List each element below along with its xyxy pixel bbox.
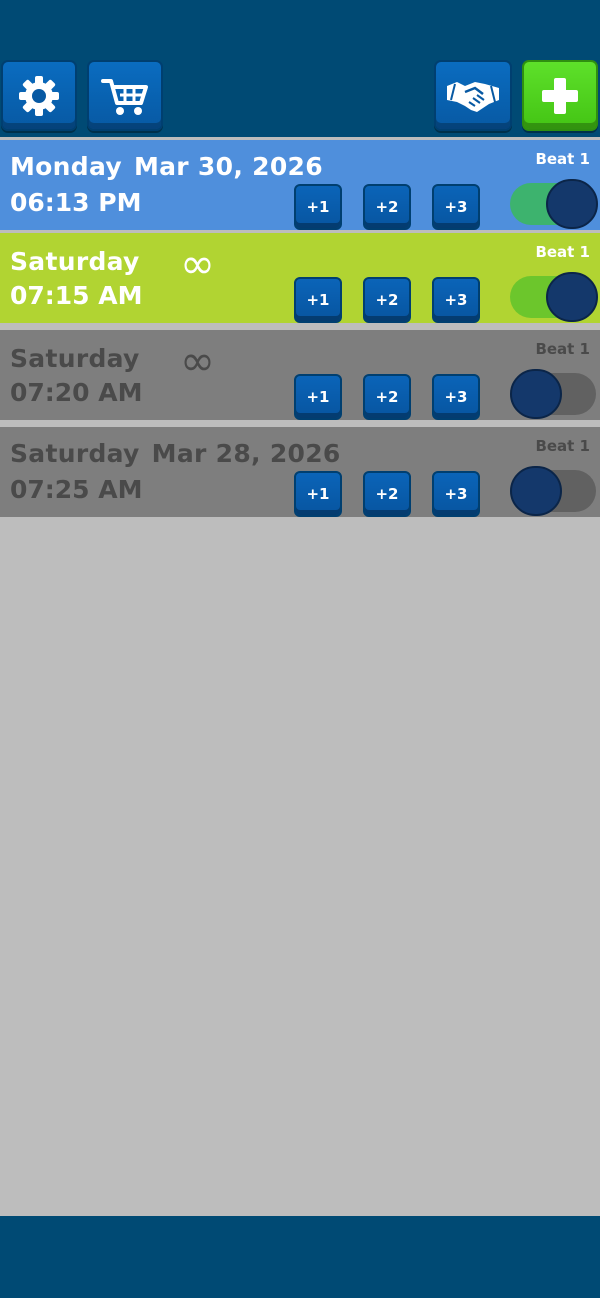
alarm-weekday: Saturday [10, 344, 140, 373]
alarm-time: 06:13 PM [10, 188, 142, 217]
alarm-day: Saturday [10, 344, 140, 373]
alarm-weekday: Monday [10, 152, 122, 181]
settings-button[interactable] [1, 60, 77, 131]
alarm-list: Monday Mar 30, 2026 06:13 PM Beat 1 +1 +2… [0, 137, 600, 1216]
toggle-knob [510, 369, 562, 419]
snooze-plus-1-button[interactable]: +1 [294, 374, 342, 420]
snooze-plus-2-button[interactable]: +2 [363, 471, 411, 517]
gear-icon [19, 75, 59, 116]
shop-button[interactable] [87, 60, 163, 131]
toggle-knob [546, 179, 598, 229]
bottom-bar [0, 1216, 600, 1298]
snooze-plus-3-button[interactable]: +3 [432, 374, 480, 420]
plus-icon [542, 77, 578, 114]
alarm-toggle[interactable] [510, 179, 598, 229]
partners-button[interactable] [434, 60, 512, 131]
alarm-sound-label: Beat 1 [535, 150, 590, 168]
alarm-weekday: Saturday [10, 439, 140, 468]
snooze-plus-2-button[interactable]: +2 [363, 374, 411, 420]
alarm-row[interactable]: Saturday Mar 28, 2026 07:25 AM Beat 1 +1 … [0, 427, 600, 517]
alarm-sound-label: Beat 1 [535, 340, 590, 358]
alarm-toggle[interactable] [510, 466, 596, 516]
shopping-cart-icon [101, 78, 148, 115]
alarm-toggle[interactable] [510, 369, 596, 419]
snooze-plus-2-button[interactable]: +2 [363, 184, 411, 230]
alarm-day: Saturday [10, 247, 140, 276]
snooze-plus-1-button[interactable]: +1 [294, 277, 342, 323]
alarm-date: Mar 28, 2026 [151, 439, 341, 468]
snooze-plus-1-button[interactable]: +1 [294, 471, 342, 517]
alarm-row[interactable]: Saturday ∞ 07:15 AM Beat 1 +1 +2 +3 [0, 233, 600, 323]
snooze-plus-3-button[interactable]: +3 [432, 184, 480, 230]
toggle-knob [510, 466, 562, 516]
alarm-time: 07:20 AM [10, 378, 143, 407]
add-alarm-button[interactable] [522, 60, 598, 131]
alarm-date: Mar 30, 2026 [133, 152, 323, 181]
snooze-plus-3-button[interactable]: +3 [432, 277, 480, 323]
alarm-toggle[interactable] [510, 272, 598, 322]
alarm-time: 07:25 AM [10, 475, 143, 504]
alarm-day: Monday Mar 30, 2026 [10, 152, 323, 181]
alarm-row[interactable]: Monday Mar 30, 2026 06:13 PM Beat 1 +1 +2… [0, 140, 600, 230]
alarm-weekday: Saturday [10, 247, 140, 276]
alarm-sound-label: Beat 1 [535, 243, 590, 261]
top-toolbar [0, 0, 600, 137]
snooze-plus-2-button[interactable]: +2 [363, 277, 411, 323]
alarm-time: 07:15 AM [10, 281, 143, 310]
snooze-plus-1-button[interactable]: +1 [294, 184, 342, 230]
handshake-icon [447, 81, 499, 112]
toggle-knob [546, 272, 598, 322]
alarm-row[interactable]: Saturday ∞ 07:20 AM Beat 1 +1 +2 +3 [0, 330, 600, 420]
alarm-day: Saturday Mar 28, 2026 [10, 439, 341, 468]
alarm-sound-label: Beat 1 [535, 437, 590, 455]
repeat-forever-icon: ∞ [180, 239, 215, 288]
snooze-plus-3-button[interactable]: +3 [432, 471, 480, 517]
repeat-forever-icon: ∞ [180, 336, 215, 385]
